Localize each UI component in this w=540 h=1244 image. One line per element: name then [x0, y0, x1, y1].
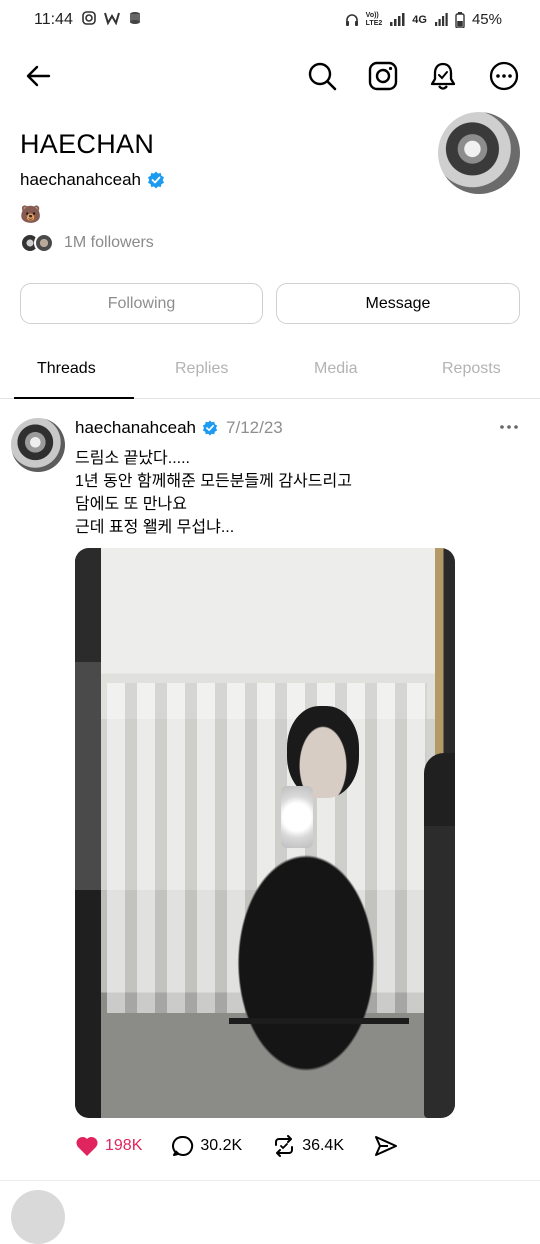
- photo-subject-head: [287, 706, 359, 798]
- status-right: Vo)) LTE2 4G 45%: [345, 11, 502, 28]
- instagram-icon: [368, 61, 398, 91]
- network-type: 4G: [412, 13, 427, 26]
- signal-icon-2: [434, 13, 448, 26]
- heart-filled-icon: [76, 1136, 98, 1156]
- post-author-avatar[interactable]: [11, 418, 65, 472]
- post-more-button[interactable]: [498, 418, 520, 436]
- back-button[interactable]: [20, 58, 56, 94]
- more-horizontal-icon: [500, 425, 518, 429]
- profile-handle: haechanahceah: [20, 170, 142, 189]
- more-icon: [489, 61, 519, 91]
- follower-avatar: [34, 233, 54, 253]
- repost-button[interactable]: 36.4K: [272, 1135, 344, 1157]
- storage-icon: [130, 12, 140, 24]
- post-actions: 198K 30.2K 36.4K: [75, 1135, 428, 1157]
- battery-percent: 45%: [471, 11, 502, 28]
- post-line: 1년 동안 함께해준 모든분들께 감사드리고: [75, 473, 352, 490]
- post-line: 담에도 또 만나요: [75, 496, 187, 513]
- profile-avatar[interactable]: [438, 112, 520, 194]
- verified-badge-icon: [202, 420, 218, 436]
- photo-phone-glare: [281, 786, 313, 848]
- volte-indicator: Vo)) LTE2: [365, 11, 383, 27]
- send-icon: [375, 1136, 397, 1156]
- reply-button[interactable]: 30.2K: [172, 1135, 242, 1157]
- tab-replies[interactable]: Replies: [175, 360, 228, 378]
- more-options-button[interactable]: [486, 58, 522, 94]
- photo-left-edge: [75, 548, 101, 1118]
- followers-count: 1M followers: [64, 234, 154, 251]
- status-app-icons: [82, 11, 142, 25]
- post-line: 드림소 끝났다.....: [75, 450, 190, 467]
- post-date: 7/12/23: [226, 418, 283, 437]
- profile-bio: 🐻: [20, 205, 42, 224]
- post-body: 드림소 끝났다..... 1년 동안 함께해준 모든분들께 감사드리고 담에도 …: [75, 447, 352, 539]
- post-author[interactable]: haechanahceah: [75, 418, 196, 438]
- photo-background-person: [424, 753, 455, 1118]
- battery-icon: [455, 11, 465, 28]
- following-button[interactable]: Following: [20, 283, 263, 324]
- instagram-button[interactable]: [365, 58, 401, 94]
- follower-avatars: [20, 233, 54, 253]
- post-divider: [0, 1180, 540, 1181]
- message-button[interactable]: Message: [276, 283, 520, 324]
- next-post-avatar[interactable]: [11, 1190, 65, 1244]
- bell-icon: [430, 62, 456, 90]
- repost-icon: [275, 1135, 294, 1157]
- signal-icon: [390, 13, 405, 26]
- active-tab-indicator: [14, 397, 134, 399]
- headphones-icon: [345, 13, 358, 26]
- comment-count: 30.2K: [200, 1137, 243, 1154]
- profile-handle-row: haechanahceah: [20, 170, 165, 190]
- repost-count: 36.4K: [302, 1137, 344, 1154]
- status-time: 11:44: [34, 11, 73, 28]
- post-photo[interactable]: [75, 548, 455, 1118]
- tab-reposts[interactable]: Reposts: [442, 360, 501, 378]
- share-button[interactable]: [374, 1135, 398, 1157]
- search-icon: [308, 62, 337, 91]
- photo-mirror-area: [99, 548, 455, 1118]
- instagram-status-icon: [82, 11, 96, 25]
- tab-threads[interactable]: Threads: [37, 360, 96, 378]
- like-button[interactable]: 198K: [75, 1135, 142, 1157]
- tab-media[interactable]: Media: [314, 360, 358, 378]
- w-app-icon: [104, 12, 120, 25]
- comment-icon: [172, 1135, 194, 1156]
- notifications-button[interactable]: [425, 58, 461, 94]
- followers-row[interactable]: 1M followers: [20, 233, 154, 253]
- verified-badge-icon: [148, 171, 165, 189]
- post-header: haechanahceah 7/12/23: [75, 418, 283, 438]
- photo-chair: [229, 1018, 409, 1118]
- profile-name: HAECHAN: [20, 129, 155, 159]
- search-button[interactable]: [304, 58, 340, 94]
- post-line: 근데 표정 왤케 무섭냐...: [75, 519, 235, 536]
- status-bar: 11:44 Vo)) LTE2 4G 45%: [0, 0, 540, 40]
- back-arrow-icon: [26, 65, 51, 87]
- like-count: 198K: [105, 1137, 143, 1154]
